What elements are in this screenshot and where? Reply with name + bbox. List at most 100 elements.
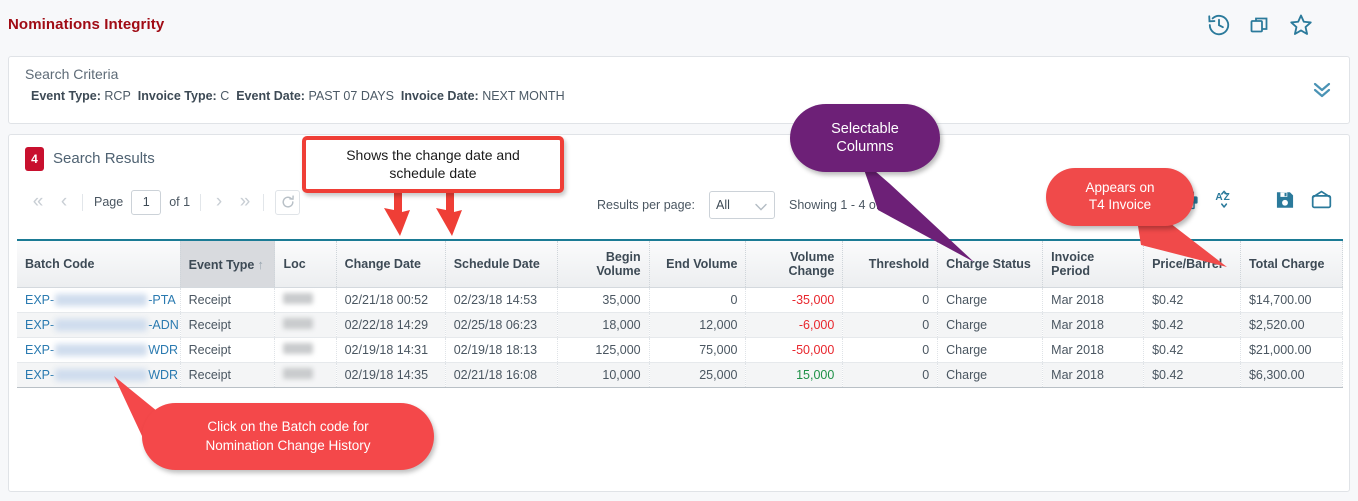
cell-volume-change: -35,000	[746, 288, 843, 313]
table-row[interactable]: EXP--ADNReceipt02/22/18 14:2902/25/18 06…	[17, 313, 1343, 338]
cell-value: Mar 2018	[1051, 368, 1104, 382]
redacted-batch-segment	[55, 344, 147, 356]
cell-invoice-period: Mar 2018	[1043, 338, 1144, 363]
search-criteria-title: Search Criteria	[25, 66, 118, 82]
email-icon[interactable]	[1310, 189, 1333, 216]
page-label: Page	[94, 195, 123, 209]
cell-value: 02/21/18 00:52	[345, 293, 428, 307]
cell-price-barrel: $0.42	[1144, 313, 1241, 338]
cell-value: 25,000	[699, 368, 737, 382]
cell-total-charge: $2,520.00	[1240, 313, 1342, 338]
cell-value: $0.42	[1152, 368, 1183, 382]
column-header-batch-code[interactable]: Batch Code	[17, 240, 180, 288]
results-per-page-select[interactable]: All	[709, 191, 775, 219]
cell-value: 0	[922, 368, 929, 382]
redacted-batch-segment	[55, 319, 147, 331]
history-icon[interactable]	[1206, 12, 1232, 38]
cell-batch-code[interactable]: EXP--PTA	[17, 288, 180, 313]
column-header-total-charge[interactable]: Total Charge	[1240, 240, 1342, 288]
cell-total-charge: $6,300.00	[1240, 363, 1342, 388]
batch-note-callout: Click on the Batch code for Nomination C…	[142, 403, 434, 470]
table-row[interactable]: EXP-WDRReceipt 02/19/18 14:31 02/19/18 18:…	[17, 338, 1343, 363]
refresh-icon[interactable]	[275, 190, 300, 215]
cell-begin-volume: 125,000	[557, 338, 649, 363]
cell-value: 75,000	[699, 343, 737, 357]
criteria-value-invoice-type: C	[220, 89, 229, 103]
cell-event-type: Receipt	[180, 338, 275, 363]
column-header-label: Change Date	[345, 257, 421, 271]
criteria-label-invoice-type: Invoice Type:	[138, 89, 217, 103]
last-page-button[interactable]: »	[232, 189, 258, 215]
batch-code-link[interactable]: EXP--ADN	[25, 318, 179, 332]
column-header-label: Loc	[283, 257, 305, 271]
cell-value: -6,000	[799, 318, 834, 332]
cell-value: Charge	[946, 293, 987, 307]
cell-event-type: Receipt	[180, 363, 275, 388]
cell-change-date: 02/19/18 14:31	[336, 338, 445, 363]
cell-value: 02/25/18 06:23	[454, 318, 537, 332]
cell-value: 0	[922, 318, 929, 332]
cell-value: 02/19/18 18:13	[454, 343, 537, 357]
cell-begin-volume: 18,000	[557, 313, 649, 338]
redacted-loc-value	[283, 318, 313, 329]
app-header: Nominations Integrity	[0, 0, 1358, 52]
batch-code-link[interactable]: EXP--PTA	[25, 293, 176, 307]
criteria-label-event-type: Event Type:	[31, 89, 101, 103]
batch-code-link[interactable]: EXP-WDR	[25, 343, 178, 357]
cell-schedule-date: 02/21/18 16:08	[445, 363, 557, 388]
table-row[interactable]: EXP--PTAReceipt02/21/18 00:5202/23/18 14…	[17, 288, 1343, 313]
column-header-end-volume[interactable]: End Volume	[649, 240, 746, 288]
criteria-value-event-date: PAST 07 DAYS	[308, 89, 393, 103]
cell-value: 125,000	[595, 343, 640, 357]
chevron-double-down-icon[interactable]	[1311, 79, 1333, 104]
cell-change-date: 02/21/18 00:52	[336, 288, 445, 313]
redacted-loc-value	[283, 343, 313, 354]
table-body: EXP--PTA Receipt 02/21/18 00:52 02/23/18 14…	[17, 288, 1343, 388]
cell-value: 35,000	[602, 293, 640, 307]
criteria-value-event-type: RCP	[104, 89, 130, 103]
cell-schedule-date: 02/23/18 14:53	[445, 288, 557, 313]
cell-value: Receipt	[189, 318, 231, 332]
favorite-star-icon[interactable]	[1288, 12, 1314, 38]
cell-value: $0.42	[1152, 293, 1183, 307]
cell-value: Mar 2018	[1051, 318, 1104, 332]
cell-event-type: Receipt	[180, 313, 275, 338]
cell-value: 0	[922, 293, 929, 307]
search-criteria-summary: Event Type: RCP Invoice Type: C Event Da…	[31, 89, 565, 103]
column-header-begin-volume[interactable]: Begin Volume	[557, 240, 649, 288]
cell-price-barrel: $0.42	[1144, 338, 1241, 363]
cell-loc	[275, 363, 336, 388]
column-header-invoice-period[interactable]: Invoice Period	[1043, 240, 1144, 288]
cell-invoice-period: Mar 2018	[1043, 288, 1144, 313]
column-header-loc[interactable]: Loc	[275, 240, 336, 288]
sort-ascending-icon: ↑	[257, 257, 264, 272]
page-number-input[interactable]	[131, 190, 161, 215]
dates-note-callout: Shows the change date and schedule date	[302, 136, 564, 193]
column-header-label: Invoice Period	[1051, 250, 1094, 278]
results-per-page-label: Results per page:	[597, 198, 695, 212]
column-header-volume-change[interactable]: Volume Change	[746, 240, 843, 288]
cell-value: 02/21/18 16:08	[454, 368, 537, 382]
cell-volume-change: -50,000	[746, 338, 843, 363]
cell-loc	[275, 338, 336, 363]
column-header-label: Schedule Date	[454, 257, 540, 271]
page-total-label: of 1	[169, 195, 190, 209]
table-row[interactable]: EXP-WDRReceipt02/19/18 14:3502/21/18 16:…	[17, 363, 1343, 388]
cell-batch-code[interactable]: EXP--ADN	[17, 313, 180, 338]
cell-loc	[275, 288, 336, 313]
first-page-button[interactable]: «	[25, 189, 51, 215]
cell-end-volume: 75,000	[649, 338, 746, 363]
search-results-title: Search Results	[53, 150, 155, 167]
redacted-loc-value	[283, 293, 313, 304]
cell-charge-status: Charge	[938, 313, 1043, 338]
cell-batch-code[interactable]: EXP-WDR	[17, 338, 180, 363]
cell-value: 02/23/18 14:53	[454, 293, 537, 307]
prev-page-button[interactable]: ‹	[51, 189, 77, 215]
column-header-event-type[interactable]: Event Type↑	[180, 240, 275, 288]
cell-value: Charge	[946, 343, 987, 357]
duplicate-window-icon[interactable]	[1248, 13, 1272, 37]
save-icon[interactable]	[1274, 189, 1296, 216]
cell-end-volume: 25,000	[649, 363, 746, 388]
next-page-button[interactable]: ›	[206, 189, 232, 215]
column-header-label: Volume Change	[788, 250, 834, 278]
